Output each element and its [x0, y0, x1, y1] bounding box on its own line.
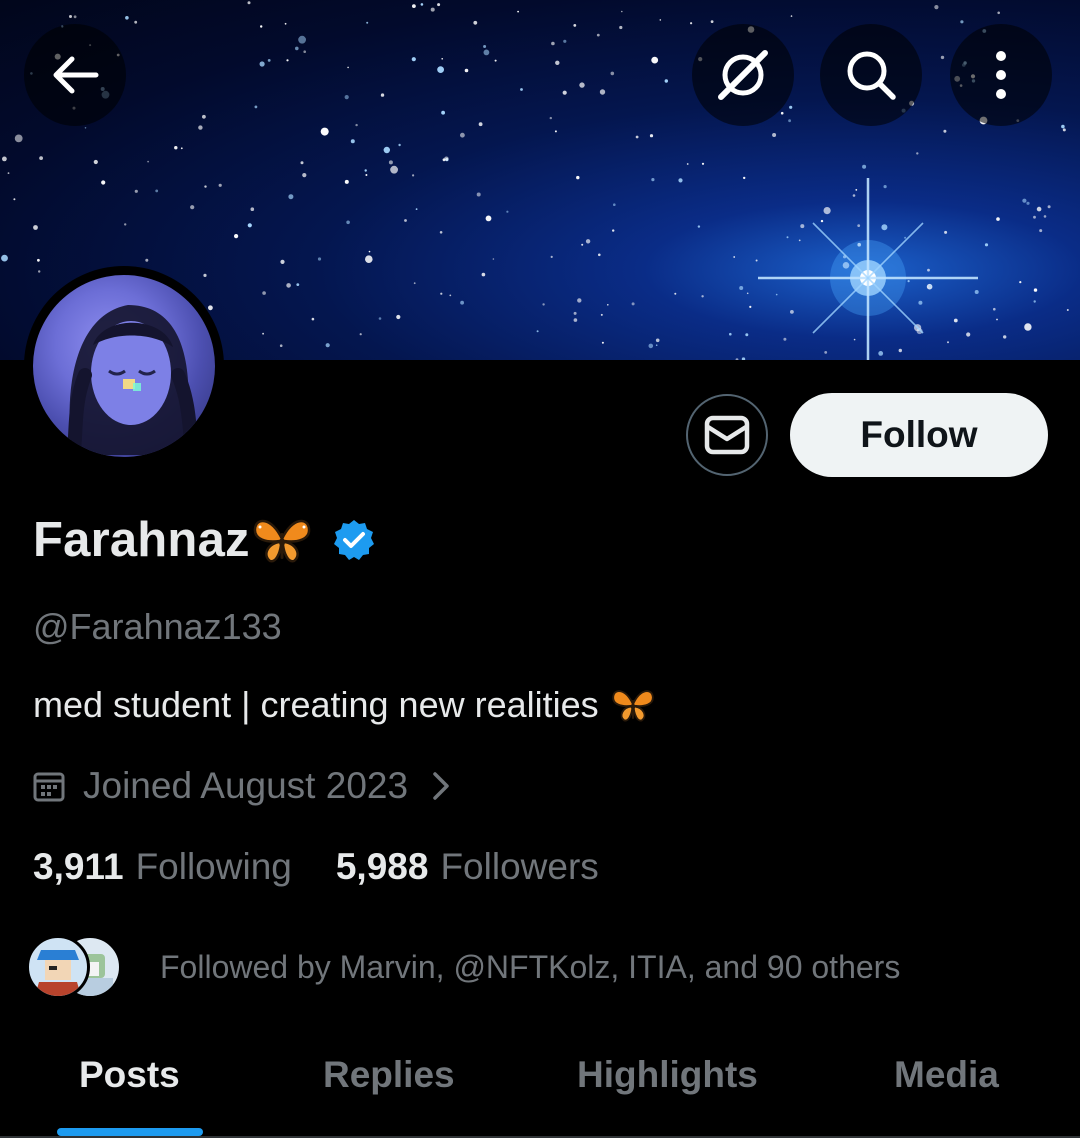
tab-highlights[interactable]: Highlights — [577, 1054, 758, 1096]
followed-by-text: Followed by Marvin, @NFTKolz, ITIA, and … — [160, 948, 901, 985]
more-options-button[interactable] — [950, 24, 1052, 126]
calendar-icon — [33, 772, 65, 802]
followers-link[interactable]: 5,988 Followers — [336, 846, 599, 888]
search-icon — [847, 51, 896, 100]
back-arrow-icon — [53, 56, 99, 94]
back-button[interactable] — [24, 24, 126, 126]
bio-text: med student | creating new realities — [33, 684, 599, 725]
follow-button[interactable]: Follow — [790, 393, 1048, 477]
mail-icon — [704, 415, 750, 455]
more-vertical-icon — [996, 51, 1006, 99]
chevron-right-icon — [433, 772, 449, 800]
verified-badge-icon[interactable] — [332, 518, 376, 562]
bright-star — [758, 178, 978, 360]
followed-by[interactable]: Followed by Marvin, @NFTKolz, ITIA, and … — [26, 934, 900, 1000]
avatar — [26, 935, 90, 999]
tab-replies[interactable]: Replies — [323, 1054, 455, 1096]
handle: @Farahnaz133 — [33, 606, 282, 647]
message-button[interactable] — [686, 394, 768, 476]
profile-tabs: Posts Replies Highlights Media — [0, 1040, 1080, 1138]
profile-avatar[interactable] — [24, 266, 224, 466]
search-button[interactable] — [820, 24, 922, 126]
name-row: Farahnaz — [33, 510, 376, 570]
joined-text: Joined August 2023 — [83, 765, 409, 806]
tab-posts[interactable]: Posts — [79, 1054, 180, 1096]
active-tab-indicator — [57, 1128, 203, 1136]
followers-label: Followers — [440, 846, 599, 887]
grok-button[interactable] — [692, 24, 794, 126]
bio: med student | creating new realities — [33, 684, 655, 726]
tab-media[interactable]: Media — [894, 1054, 999, 1096]
follow-stats: 3,911 Following 5,988 Followers — [33, 846, 599, 888]
following-count: 3,911 — [33, 846, 124, 887]
display-name: Farahnaz — [33, 513, 250, 567]
joined-date[interactable]: Joined August 2023 — [33, 764, 450, 808]
following-link[interactable]: 3,911 Following — [33, 846, 292, 888]
following-label: Following — [135, 846, 292, 887]
followers-you-know-avatars — [26, 935, 122, 999]
butterfly-emoji — [253, 519, 310, 563]
butterfly-emoji — [611, 690, 654, 722]
grok-icon — [718, 50, 768, 100]
avatar-image — [33, 275, 215, 457]
followers-count: 5,988 — [335, 846, 429, 887]
